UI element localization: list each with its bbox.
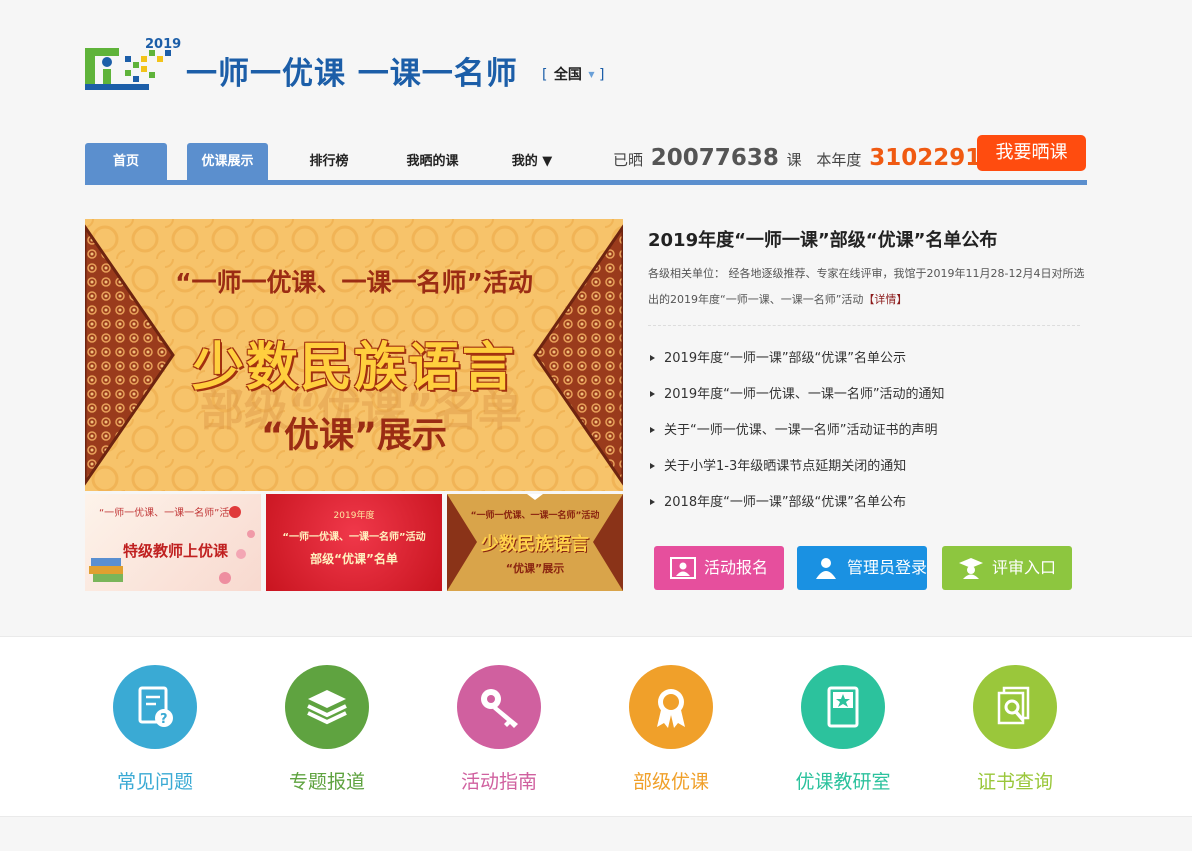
admin-login-button[interactable]: 管理员登录 xyxy=(797,546,927,590)
feature-faq[interactable]: ? 常见问题 xyxy=(90,665,220,794)
feature-teaching-research[interactable]: 优课教研室 xyxy=(778,665,908,794)
banner-thumbnail-3[interactable]: “一师一优课、一课一名师”活动 少数民族语言 “优课”展示 xyxy=(447,494,623,591)
layers-icon xyxy=(285,665,369,749)
news-item[interactable]: 2018年度“一师一课”部级“优课”名单公布 xyxy=(648,488,1088,524)
hero-banner[interactable]: 部级“优课”名单 “一师一优课、一课一名师”活动 少数民族语言 “优课”展示 xyxy=(85,219,623,491)
news-item[interactable]: 2019年度“一师一课”部级“优课”名单公示 xyxy=(648,344,1088,380)
triangle-bullet-icon xyxy=(650,499,655,505)
award-ribbon-icon xyxy=(629,665,713,749)
banner-title-2: “优课”展示 xyxy=(260,416,447,456)
tab-showcase[interactable]: 优课展示 xyxy=(187,143,268,181)
region-selector[interactable]: [ 全国 ▼ ] xyxy=(542,64,604,84)
triangle-bullet-icon xyxy=(650,391,655,397)
site-logo[interactable]: 2019 xyxy=(85,36,185,94)
banner-subtitle: “一师一优课、一课一名师”活动 xyxy=(175,268,533,297)
banner-thumbnail-1[interactable]: “一师一优课、一课一名师”活动 特级教师上优课 xyxy=(85,494,261,591)
lesson-stats: 已晒 20077638 课 本年度 3102291 课 xyxy=(613,145,1004,171)
feature-activity-guide[interactable]: 活动指南 xyxy=(434,665,564,794)
news-item[interactable]: 关于“一师一优课、一课一名师”活动证书的声明 xyxy=(648,416,1088,452)
region-name: 全国 xyxy=(553,67,582,83)
chevron-down-icon: ▼ xyxy=(588,70,595,79)
news-headline[interactable]: 2019年度“一师一课”部级“优课”名单公布 xyxy=(648,226,997,252)
news-item[interactable]: 关于小学1-3年级晒课节点延期关闭的通知 xyxy=(648,452,1088,488)
year-count: 3102291 xyxy=(869,145,982,171)
feature-certificate-query[interactable]: 证书查询 xyxy=(950,665,1080,794)
register-button[interactable]: 活动报名 xyxy=(654,546,784,590)
main-nav: 首页 优课展示 排行榜 我晒的课 我的 ▼ 已晒 20077638 课 本年度 … xyxy=(85,135,1087,185)
key-icon xyxy=(457,665,541,749)
feature-ministry-lessons[interactable]: 部级优课 xyxy=(606,665,736,794)
upload-lesson-button[interactable]: 我要晒课 xyxy=(977,135,1086,171)
site-slogan: 一师一优课 一课一名师 xyxy=(186,56,518,92)
news-item[interactable]: 2019年度“一师一优课、一课一名师”活动的通知 xyxy=(648,380,1088,416)
id-card-icon xyxy=(670,557,696,579)
tab-my-uploads[interactable]: 我晒的课 xyxy=(390,143,475,181)
svg-text:?: ? xyxy=(160,712,168,727)
triangle-bullet-icon xyxy=(650,427,655,433)
triangle-bullet-icon xyxy=(650,355,655,361)
user-icon xyxy=(816,558,836,579)
tab-home[interactable]: 首页 xyxy=(85,143,167,181)
tab-ranking[interactable]: 排行榜 xyxy=(290,143,368,181)
total-count: 20077638 xyxy=(650,145,779,171)
faq-document-icon: ? xyxy=(113,665,197,749)
logo-year: 2019 xyxy=(145,37,181,52)
feature-special-report[interactable]: 专题报道 xyxy=(262,665,392,794)
banner-title: 少数民族语言 xyxy=(191,338,516,398)
triangle-bullet-icon xyxy=(650,463,655,469)
tab-mine[interactable]: 我的 ▼ xyxy=(499,143,565,181)
book-star-icon xyxy=(801,665,885,749)
details-link[interactable]: 【详情】 xyxy=(863,293,907,306)
graduate-icon xyxy=(959,558,983,579)
news-summary: 各级相关单位： 经各地逐级推荐、专家在线评审，我馆于2019年11月28-12月… xyxy=(648,267,1085,306)
divider xyxy=(648,325,1080,326)
certificate-search-icon xyxy=(973,665,1057,749)
feature-band: ? 常见问题 专题报道 活动指南 部级优课 优课教研室 证书查询 xyxy=(0,636,1192,817)
banner-thumbnail-2[interactable]: 2019年度 “一师一优课、一课一名师”活动 部级“优课”名单 xyxy=(266,494,442,591)
news-list: 2019年度“一师一课”部级“优课”名单公示 2019年度“一师一优课、一课一名… xyxy=(648,344,1088,524)
review-entry-button[interactable]: 评审入口 xyxy=(942,546,1072,590)
